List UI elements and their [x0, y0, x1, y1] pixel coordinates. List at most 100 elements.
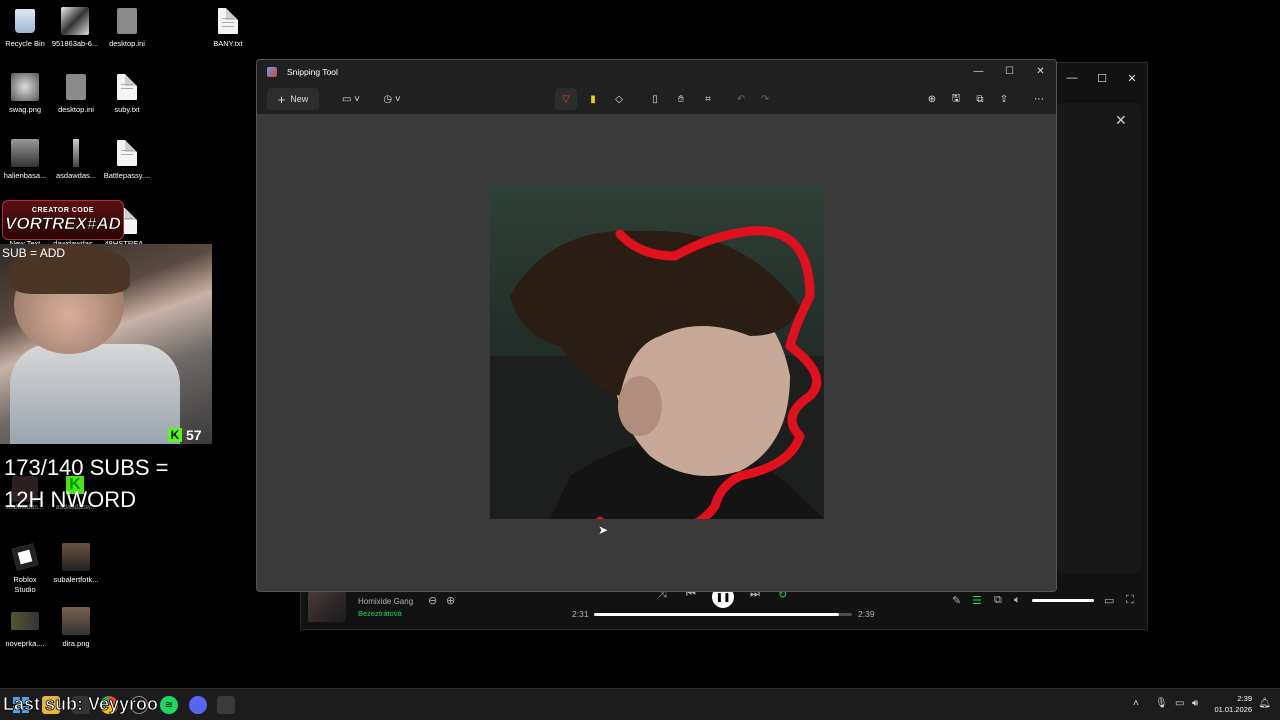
add-icon[interactable]: ⊕	[446, 594, 455, 607]
ballpoint-pen-icon[interactable]: ▽	[555, 88, 577, 110]
more-options-icon[interactable]: ⋯	[1029, 88, 1049, 110]
crop-icon[interactable]: ⌗	[698, 88, 718, 110]
zoom-icon[interactable]: ⊕	[922, 88, 942, 110]
snipping-tool-window: Snipping Tool — ☐ ✕ + New ▭ ˅ ◷ ˅ ▽ ▮ ◇ …	[256, 59, 1057, 592]
window-controls: — ☐ ✕	[963, 60, 1056, 82]
sub-goal-text: 173/140 SUBS = 12H NWORD	[4, 452, 169, 516]
mini-player-icon[interactable]: ▭	[1104, 594, 1114, 607]
close-icon[interactable]: ✕	[1025, 60, 1056, 82]
fullscreen-icon[interactable]: ⛶	[1126, 594, 1134, 607]
recycle-bin-icon	[11, 6, 39, 36]
snip-canvas[interactable]	[257, 114, 1056, 591]
snipping-tool-app-icon	[267, 67, 277, 77]
new-snip-button[interactable]: + New	[267, 88, 319, 110]
right-panel	[1057, 103, 1141, 573]
settings-file-icon	[62, 72, 90, 102]
webcam-shirt	[10, 344, 180, 444]
desktop-icon-suby-txt[interactable]: suby.txt	[97, 72, 157, 114]
icon-label: swag.png	[8, 105, 42, 114]
icon-label: 951863ab-6...	[51, 39, 99, 48]
image-thumbnail-icon	[62, 542, 90, 572]
sub-goal-line: 12H NWORD	[4, 487, 137, 512]
image-thumbnail-icon	[61, 6, 89, 36]
snipping-tool-taskbar-icon[interactable]	[217, 696, 235, 714]
network-icon[interactable]: ▭	[1175, 698, 1184, 709]
icon-label: Roblox Studio	[13, 575, 37, 594]
captured-image-drawing	[490, 226, 824, 519]
kick-viewer-count: K 57	[168, 427, 202, 443]
settings-file-icon	[113, 6, 141, 36]
maximize-icon[interactable]: ☐	[994, 60, 1025, 82]
track-artist[interactable]: Homixide Gang	[358, 597, 413, 606]
icon-label: noveprka....	[5, 639, 45, 648]
ruler-icon[interactable]: ▯	[645, 88, 665, 110]
album-art[interactable]	[308, 592, 346, 622]
quality-badge: Bezeztrátová	[358, 609, 402, 618]
share-icon[interactable]: ⇪	[994, 88, 1014, 110]
now-playing-view-icon[interactable]: ✎	[952, 594, 961, 607]
desktop-icon-battlepassy[interactable]: Battlepassy....	[97, 138, 157, 180]
microphone-icon[interactable]: 🎙︎	[1155, 698, 1168, 709]
volume-icon[interactable]: 🔈︎	[1014, 594, 1021, 607]
desktop-icon-subalertfotk[interactable]: subalertfotk...	[46, 542, 106, 584]
volume-fill	[1032, 599, 1094, 602]
touch-writing-icon[interactable]: ✋︎	[671, 88, 691, 110]
viewer-count: 57	[186, 427, 202, 443]
highlighter-icon[interactable]: ▮	[583, 88, 603, 110]
delay-dropdown[interactable]: ◷ ˅	[377, 88, 407, 110]
image-thumbnail-icon	[11, 138, 39, 168]
eraser-icon[interactable]: ◇	[609, 88, 629, 110]
system-clock[interactable]: 2:39 01.01.2026	[1214, 693, 1252, 715]
icon-label: desktop.ini	[58, 105, 94, 114]
snipping-tool-titlebar[interactable]: Snipping Tool — ☐ ✕	[257, 60, 1056, 84]
undo-icon[interactable]: ↶	[731, 88, 751, 110]
icon-label: Battlepassy....	[103, 171, 151, 180]
progress-bar[interactable]	[594, 613, 852, 616]
icon-label: BANY.txt	[213, 39, 243, 48]
volume-slider[interactable]	[1032, 599, 1094, 602]
minimize-icon[interactable]: —	[963, 60, 994, 82]
new-snip-label: New	[290, 94, 309, 104]
icon-label: suby.txt	[114, 105, 140, 114]
text-file-icon	[113, 72, 141, 102]
close-icon[interactable]: ✕	[1117, 63, 1147, 93]
icon-label: Recycle Bin	[5, 39, 45, 48]
notification-bell-icon[interactable]: 🔔︎	[1258, 698, 1271, 709]
copy-icon[interactable]: ⧉	[970, 88, 990, 110]
desktop-icon-image[interactable]: 951863ab-6...	[45, 6, 105, 48]
queue-icon[interactable]: ☰	[972, 594, 982, 607]
discord-icon[interactable]	[189, 696, 207, 714]
window-title: Snipping Tool	[287, 67, 338, 77]
image-thumbnail-icon	[62, 606, 90, 636]
save-icon[interactable]: 🖫︎	[946, 88, 966, 110]
desktop-icon-desktop-ini[interactable]: desktop.ini	[97, 6, 157, 48]
spotify-icon[interactable]: ≋	[160, 696, 178, 714]
creator-code-caption: CREATOR CODE	[31, 206, 95, 214]
mouse-cursor-icon: ➤	[598, 523, 609, 537]
snip-mode-dropdown[interactable]: ▭ ˅	[337, 88, 365, 110]
panel-close-icon[interactable]: ✕	[1115, 112, 1127, 129]
icon-label: halienbasa...	[3, 171, 47, 180]
spotify-window-controls: — ☐ ✕	[1057, 63, 1147, 93]
maximize-icon[interactable]: ☐	[1087, 63, 1117, 93]
sub-goal-line: 173/140 SUBS =	[4, 455, 169, 480]
redo-icon[interactable]: ↷	[755, 88, 775, 110]
remove-icon[interactable]: ⊖	[428, 594, 437, 607]
show-hidden-icons-icon[interactable]: ˄	[1133, 698, 1139, 709]
speaker-icon[interactable]: 🔊︎	[1192, 698, 1198, 709]
roblox-studio-icon	[11, 542, 39, 572]
duration-time: 2:39	[858, 609, 875, 619]
snipping-toolbar: + New ▭ ˅ ◷ ˅ ▽ ▮ ◇ ▯ ✋︎ ⌗ ↶ ↷ ⊕ 🖫︎ ⧉ ⇪ …	[257, 84, 1056, 114]
minimize-icon[interactable]: —	[1057, 63, 1087, 93]
webcam-feed	[0, 244, 212, 444]
image-thumbnail-icon	[62, 138, 90, 168]
taskbar: ≋ ˄ 🎙︎ ▭ 🔊︎ 2:39 01.01.2026 🔔︎	[0, 688, 1280, 720]
connect-device-icon[interactable]: ⧉	[994, 594, 1002, 607]
sub-add-text: SUB = ADD	[2, 246, 66, 260]
creator-code-badge: CREATOR CODE VORTREX#AD	[2, 200, 124, 240]
desktop-icon-dira-png[interactable]: dira.png	[46, 606, 106, 648]
desktop-icon-bany-txt[interactable]: BANY.txt	[198, 6, 258, 48]
icon-label: dira.png	[62, 639, 90, 648]
icon-label: desktop.ini	[109, 39, 145, 48]
clock-time: 2:39	[1237, 694, 1252, 703]
